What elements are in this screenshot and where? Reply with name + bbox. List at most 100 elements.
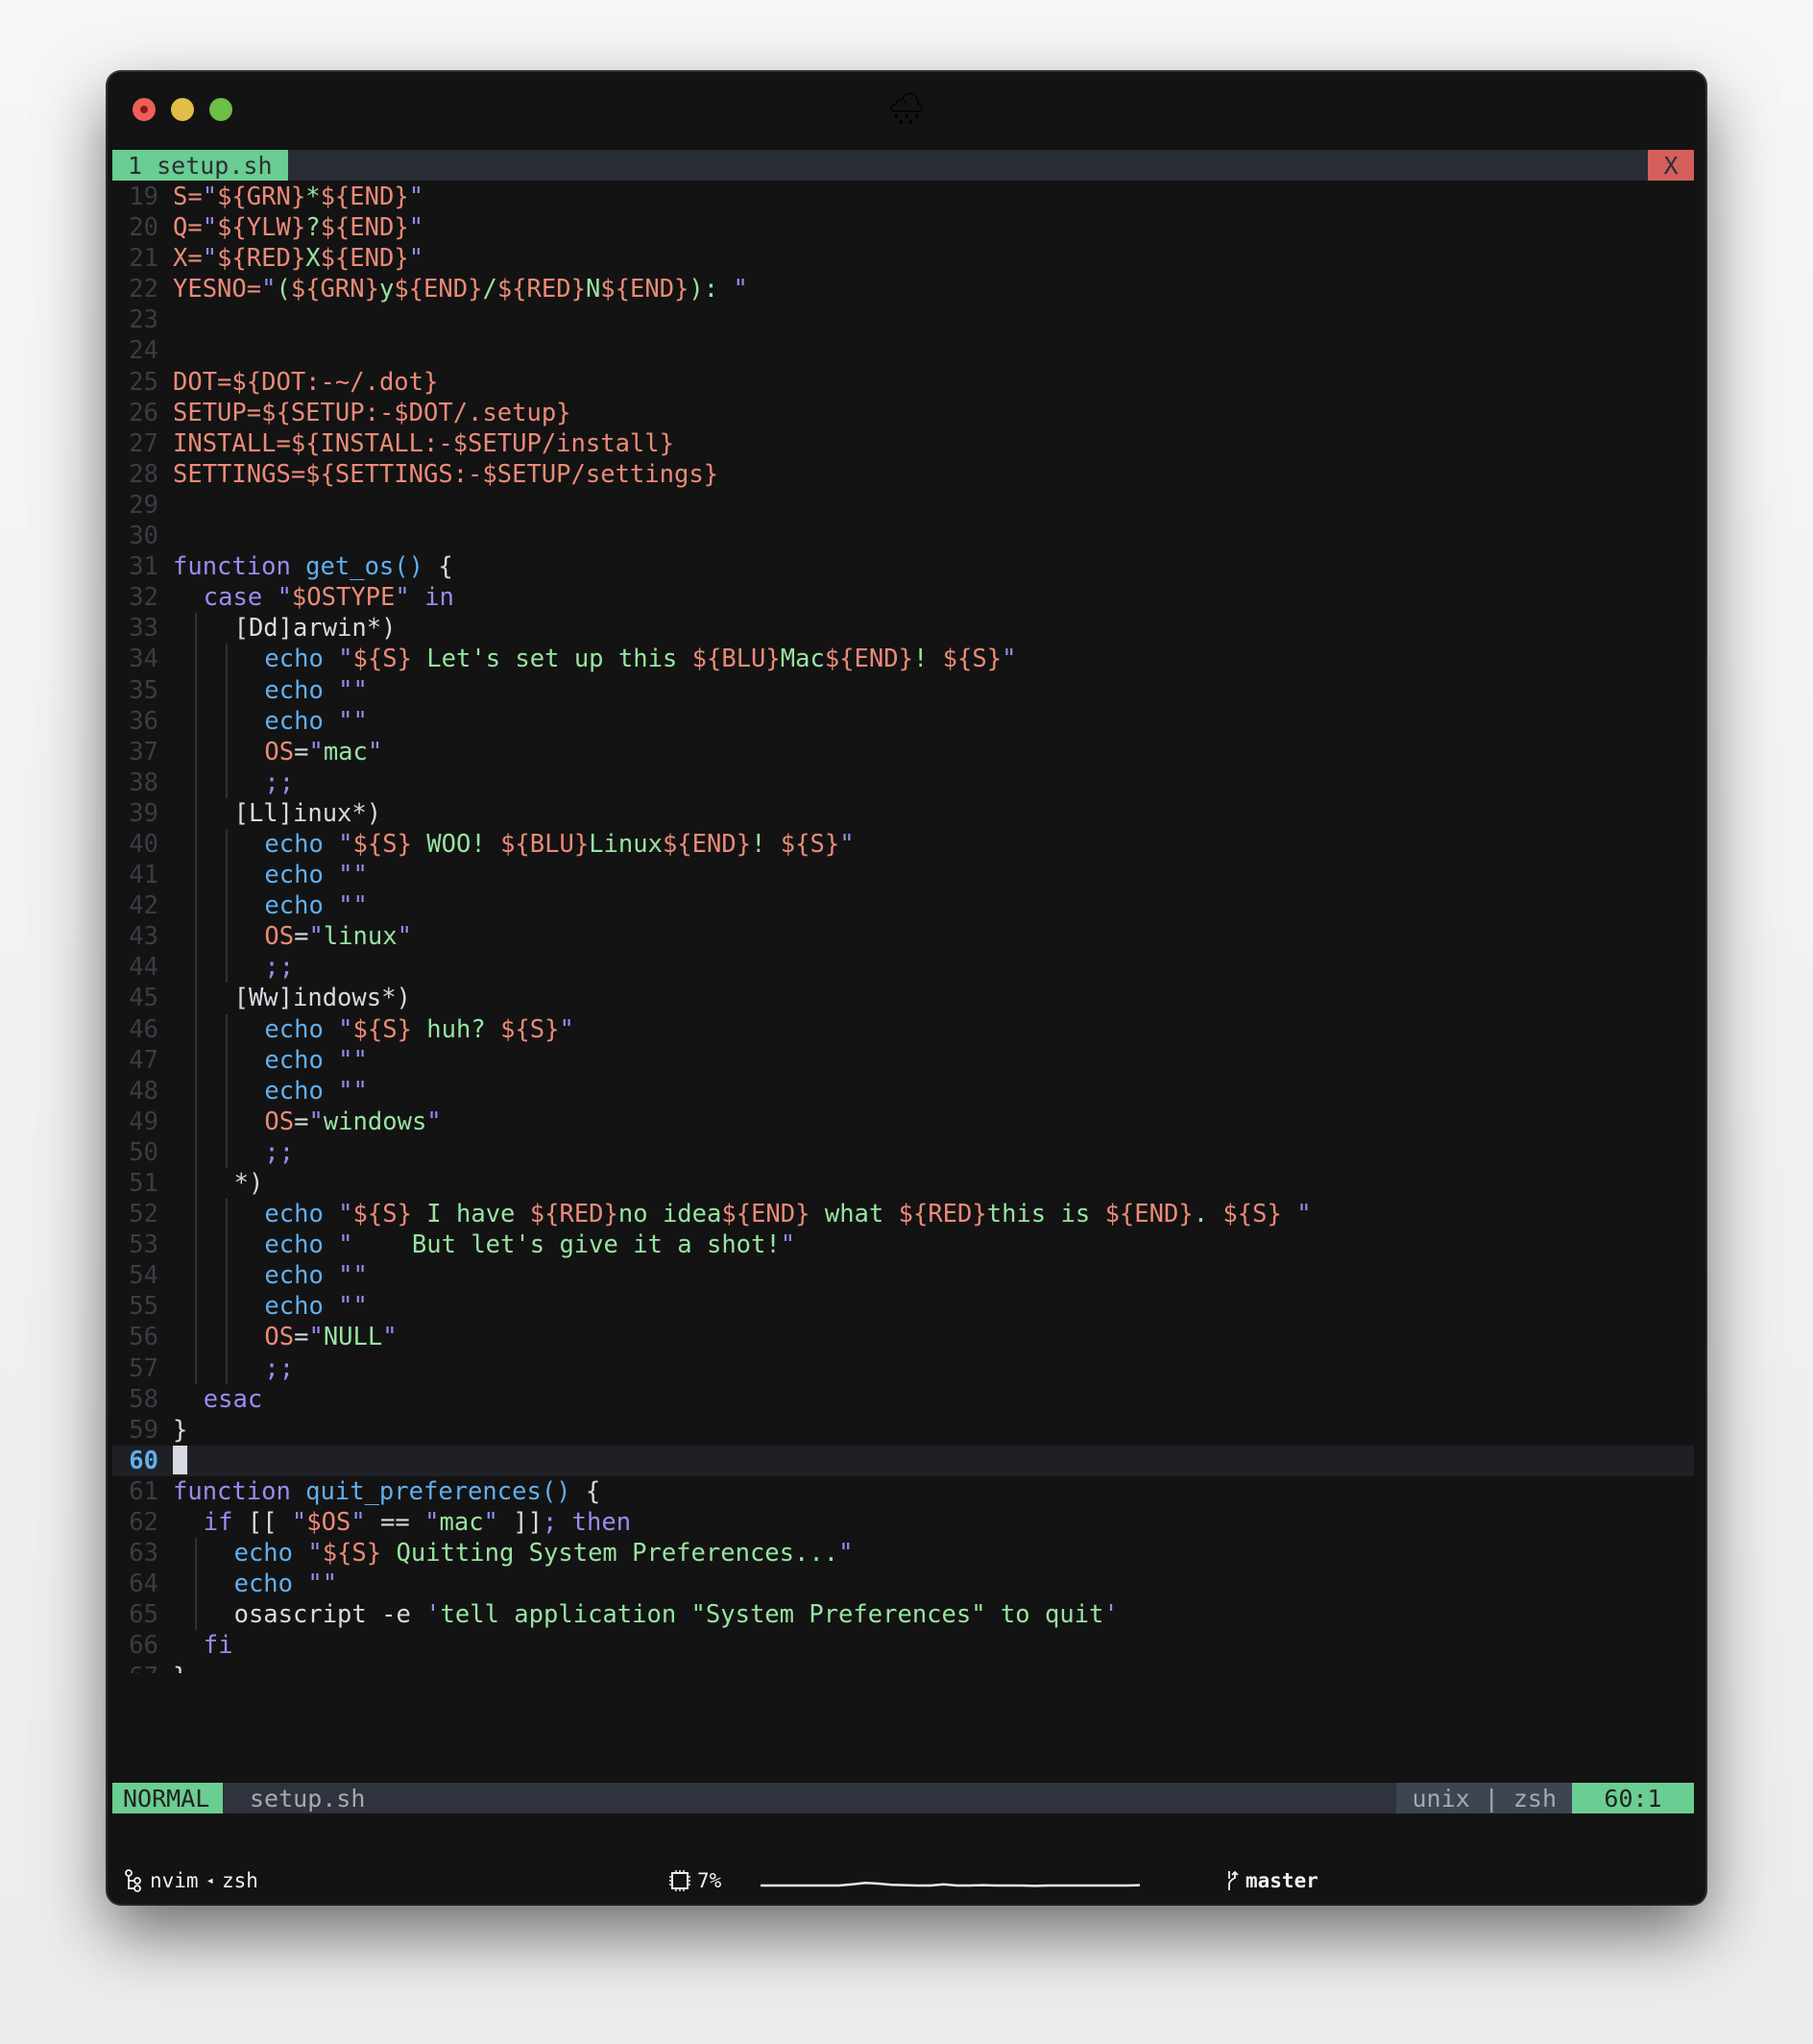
token-q: " (424, 1508, 440, 1538)
tab-setup-sh[interactable]: 1 setup.sh (112, 150, 288, 181)
token-var: ${SETUP:-$DOT/.setup} (261, 398, 571, 427)
token-plain: osascript -e (233, 1600, 426, 1630)
minimize-window-button[interactable] (171, 98, 194, 121)
token-q: "" (338, 706, 368, 736)
indent-guide (225, 766, 228, 798)
code-line[interactable]: 34 echo "${S} Let's set up this ${BLU}Mac… (112, 644, 1694, 675)
token-q: " (395, 583, 410, 613)
token-str: what (810, 1200, 899, 1229)
token-var: ${S} (780, 829, 840, 859)
token-var: ${BLU} (500, 829, 590, 859)
code-line[interactable]: 27 INSTALL=${INSTALL:-$SETUP/install} (112, 428, 1694, 459)
line-number: 30 (129, 522, 158, 551)
code-line[interactable]: 55 echo "" (112, 1291, 1694, 1323)
code-line[interactable]: 53 echo " But let's give it a shot!" (112, 1229, 1694, 1261)
token-var: ${RED} (529, 1200, 618, 1229)
code-line[interactable]: 45 [Ww]indows*) (112, 983, 1694, 1014)
code-line[interactable]: 66 fi (112, 1630, 1694, 1661)
code-line[interactable]: 64 echo "" (112, 1569, 1694, 1600)
token-q: "" (338, 675, 368, 705)
code-line[interactable]: 41 echo "" (112, 860, 1694, 891)
code-line[interactable]: 67} (112, 1662, 1694, 1674)
code-line[interactable]: 21 X="${RED}X${END}" (112, 243, 1694, 274)
code-text: osascript -e 'tell application "System P… (234, 1599, 1119, 1630)
code-line[interactable]: 36 echo "" (112, 705, 1694, 737)
code-line[interactable]: 32 case "$OSTYPE" in (112, 582, 1694, 613)
statusline-filename: setup.sh (250, 1785, 366, 1813)
line-number: 21 (129, 244, 158, 274)
code-text: function get_os() { (173, 551, 453, 582)
code-line[interactable]: 38;; (112, 766, 1694, 798)
token-plain: == (365, 1508, 425, 1538)
code-line[interactable]: 65 osascript -e 'tell application "System… (112, 1599, 1694, 1631)
token-q: " (338, 1200, 353, 1229)
code-line[interactable]: 63 echo "${S} Quitting System Preferences… (112, 1538, 1694, 1570)
code-line[interactable]: 51 *) (112, 1168, 1694, 1200)
code-line[interactable]: 37 OS="mac" (112, 736, 1694, 767)
code-line[interactable]: 48 echo "" (112, 1075, 1694, 1107)
code-line[interactable]: 24 (112, 335, 1694, 366)
code-line[interactable]: 43 OS="linux" (112, 921, 1694, 953)
token-q: ' (1103, 1600, 1119, 1630)
code-line[interactable]: 44;; (112, 952, 1694, 984)
line-number: 61 (129, 1476, 158, 1506)
code-line[interactable]: 58 esac (112, 1384, 1694, 1415)
indent-guide (195, 952, 198, 984)
code-line[interactable]: 59} (112, 1415, 1694, 1446)
code-line[interactable]: 26 SETUP=${SETUP:-$DOT/.setup} (112, 398, 1694, 428)
terminal-window: 🌧 1 setup.sh X 19 S="${GRN}*${END}" 20 Q="$… (108, 72, 1705, 1904)
close-window-button[interactable] (133, 98, 156, 121)
code-line[interactable]: 61 function quit_preferences() { (112, 1476, 1694, 1507)
token-kw: in (409, 583, 454, 613)
code-text: echo "${S} huh? ${S}" (264, 1014, 573, 1045)
token-q: " (408, 213, 424, 243)
tmux-window-current[interactable]: nvim (150, 1866, 199, 1895)
code-line[interactable]: 31 function get_os() { (112, 551, 1694, 582)
token-var: ${SETTINGS:-$SETUP/settings} (305, 459, 719, 489)
code-editor[interactable]: 19 S="${GRN}*${END}" 20 Q="${YLW}?${END}" 21… (112, 182, 1694, 1673)
close-tab-button[interactable]: X (1648, 150, 1694, 181)
code-line[interactable]: 33 [Dd]arwin*) (112, 613, 1694, 645)
token-plain: [Ww]indows*) (233, 984, 411, 1013)
code-line[interactable]: 22 YESNO="(${GRN}y${END}/${RED}N${END}): … (112, 274, 1694, 304)
line-number: 22 (129, 275, 158, 304)
code-line[interactable]: 52 echo "${S} I have ${RED}no idea${END} … (112, 1199, 1694, 1230)
code-line[interactable]: 39 [Ll]inux*) (112, 797, 1694, 829)
code-line[interactable]: 29 (112, 490, 1694, 521)
maximize-window-button[interactable] (209, 98, 232, 121)
code-line[interactable]: 56 OS="NULL" (112, 1322, 1694, 1353)
code-line[interactable]: 54 echo "" (112, 1260, 1694, 1292)
token-kw: ;; (264, 1353, 295, 1383)
code-line[interactable]: 40 echo "${S} WOO! ${BLU}Linux${END}! ${S… (112, 828, 1694, 861)
line-number: 64 (129, 1570, 158, 1599)
code-line[interactable]: 42 echo "" (112, 890, 1694, 922)
indent-guide (225, 952, 228, 984)
indent-guide (195, 1291, 198, 1323)
line-number: 23 (129, 305, 158, 335)
code-line[interactable]: 50;; (112, 1136, 1694, 1168)
code-line[interactable]: 25 DOT=${DOT:-~/.dot} (112, 367, 1694, 398)
code-text: OS="mac" (264, 737, 382, 767)
code-line-current[interactable]: 60 (112, 1445, 1694, 1476)
token-var: ${GRN} (217, 182, 306, 211)
code-line[interactable]: 46 echo "${S} huh? ${S}" (112, 1013, 1694, 1045)
code-line[interactable]: 20 Q="${YLW}?${END}" (112, 212, 1694, 243)
token-var: OS (264, 1107, 295, 1136)
token-q: " (308, 922, 324, 952)
line-number: 57 (129, 1353, 158, 1383)
code-line[interactable]: 28 SETTINGS=${SETTINGS:-$SETUP/settings} (112, 459, 1694, 490)
code-line[interactable]: 62 if [[ "$OS" == "mac" ]]; then (112, 1507, 1694, 1538)
indent-guide (225, 705, 228, 737)
code-text: echo "" (264, 1291, 367, 1322)
code-line[interactable]: 35 echo "" (112, 674, 1694, 706)
code-line[interactable]: 23 (112, 304, 1694, 335)
code-line[interactable]: 49 OS="windows" (112, 1106, 1694, 1137)
code-line[interactable]: 19 S="${GRN}*${END}" (112, 182, 1694, 212)
code-line[interactable]: 57;; (112, 1352, 1694, 1384)
code-line[interactable]: 30 (112, 521, 1694, 551)
line-number: 44 (129, 953, 158, 983)
indent-guide (195, 644, 198, 675)
token-fn: quit_preferences (305, 1476, 542, 1506)
code-line[interactable]: 47 echo "" (112, 1044, 1694, 1076)
tmux-window-prev[interactable]: zsh (222, 1866, 258, 1895)
